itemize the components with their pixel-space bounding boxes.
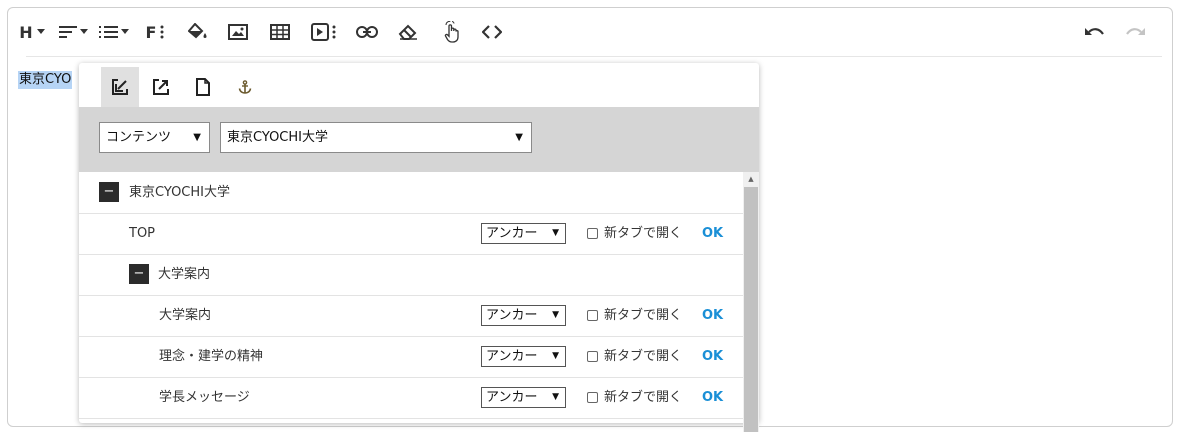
more-vertical-icon (332, 25, 335, 39)
new-tab-checkbox[interactable] (587, 351, 598, 362)
tree-node-label: 大学案内 (158, 267, 211, 282)
new-tab-checkbox[interactable] (587, 228, 598, 239)
link-dialog: コンテンツ ▼ 東京CYOCHI大学 ▼ − 東京CYOCHI大学 TOP アン… (79, 63, 759, 432)
tree-node-label: 東京CYOCHI大学 (129, 185, 230, 200)
chevron-down-icon (36, 29, 45, 34)
anchor-link-tab[interactable] (226, 67, 264, 107)
undo-icon (1085, 28, 1104, 35)
link-icon (356, 26, 378, 38)
font-button[interactable]: F (142, 20, 168, 44)
insert-media-button[interactable] (308, 20, 338, 44)
source-code-button[interactable] (480, 20, 504, 44)
tree-row-label: TOP (129, 226, 156, 241)
link-filter-bar: コンテンツ ▼ 東京CYOCHI大学 ▼ (79, 107, 759, 172)
chevron-down-icon (79, 29, 88, 34)
internal-link-tab[interactable] (101, 67, 139, 107)
site-select[interactable]: 東京CYOCHI大学 ▼ (220, 122, 532, 153)
anchor-select-value: アンカー (486, 349, 538, 364)
tree-node: − 東京CYOCHI大学 (79, 172, 743, 214)
font-icon: F (145, 22, 157, 42)
collapse-toggle[interactable]: − (129, 264, 149, 284)
new-tab-label: 新タブで開く (604, 349, 683, 364)
tree-node: − 大学案内 (79, 254, 743, 296)
page-tree: − 東京CYOCHI大学 TOP アンカー ▼ 新タブで開く OK − 大学案内… (79, 172, 743, 432)
dropdown-caret-icon: ▼ (515, 132, 523, 143)
file-icon (196, 78, 210, 96)
external-link-tab[interactable] (142, 67, 180, 107)
hand-pointer-icon (444, 21, 459, 43)
new-tab-checkbox[interactable] (587, 392, 598, 403)
image-icon (228, 24, 248, 40)
tree-row: 大学案内 アンカー ▼ 新タブで開く OK (79, 295, 743, 337)
list-icon (99, 26, 118, 38)
clear-format-button[interactable] (396, 20, 420, 44)
ok-button[interactable]: OK (702, 295, 723, 336)
redo-button[interactable] (1124, 20, 1148, 44)
anchor-select[interactable]: アンカー ▼ (481, 346, 566, 367)
site-select-value: 東京CYOCHI大学 (227, 130, 328, 145)
code-icon (482, 25, 502, 39)
anchor-select[interactable]: アンカー ▼ (481, 223, 566, 244)
scroll-up-arrow-icon[interactable]: ▲ (743, 172, 759, 186)
tree-row: TOP アンカー ▼ 新タブで開く OK (79, 213, 743, 255)
external-link-icon (153, 79, 169, 95)
align-dropdown-button[interactable] (56, 20, 90, 44)
eraser-icon (398, 24, 417, 40)
fill-color-button[interactable] (186, 20, 210, 44)
new-tab-label: 新タブで開く (604, 308, 683, 323)
list-dropdown-button[interactable] (97, 20, 131, 44)
tree-row-label: 理念・建学の精神 (159, 349, 264, 364)
editor-toolbar: H F (8, 8, 1172, 56)
ok-button[interactable]: OK (702, 213, 723, 254)
ok-button[interactable]: OK (702, 377, 723, 418)
tree-row: 学長メッセージ アンカー ▼ 新タブで開く OK (79, 377, 743, 419)
tree-scrollbar[interactable]: ▲ (743, 172, 759, 432)
anchor-select-value: アンカー (486, 390, 538, 405)
new-tab-checkbox[interactable] (587, 310, 598, 321)
anchor-select[interactable]: アンカー ▼ (481, 387, 566, 408)
media-icon (310, 23, 329, 41)
insert-image-button[interactable] (226, 20, 250, 44)
file-link-tab[interactable] (184, 67, 222, 107)
link-type-tabs (79, 63, 759, 107)
new-tab-label: 新タブで開く (604, 390, 683, 405)
redo-icon (1126, 28, 1145, 35)
ok-button[interactable]: OK (702, 336, 723, 377)
undo-button[interactable] (1082, 20, 1106, 44)
anchor-select[interactable]: アンカー ▼ (481, 305, 566, 326)
tree-row-label: 学長メッセージ (159, 390, 250, 405)
anchor-icon (238, 80, 252, 94)
dropdown-caret-icon: ▼ (552, 392, 559, 402)
fill-color-icon (188, 23, 207, 39)
toolbar-divider (26, 56, 1162, 57)
selected-text[interactable]: 東京CYO (18, 71, 73, 89)
tree-row: 理念・建学の精神 アンカー ▼ 新タブで開く OK (79, 336, 743, 378)
content-type-select[interactable]: コンテンツ ▼ (99, 122, 210, 153)
table-icon (270, 24, 290, 40)
content-type-select-value: コンテンツ (106, 130, 172, 145)
insert-link-button[interactable] (354, 20, 380, 44)
dropdown-caret-icon: ▼ (193, 132, 201, 143)
more-vertical-icon (160, 25, 164, 39)
chevron-down-icon (121, 29, 129, 34)
collapse-toggle[interactable]: − (99, 182, 119, 202)
tree-row-label: 大学案内 (159, 308, 212, 323)
heading-dropdown-button[interactable]: H (16, 20, 48, 44)
scroll-thumb[interactable] (744, 187, 758, 432)
anchor-select-value: アンカー (486, 308, 538, 323)
heading-icon: H (19, 22, 33, 42)
align-icon (58, 26, 77, 38)
dropdown-caret-icon: ▼ (552, 228, 559, 238)
dropdown-caret-icon: ▼ (552, 351, 559, 361)
dropdown-caret-icon: ▼ (552, 310, 559, 320)
arrow-down-left-icon (112, 79, 128, 95)
new-tab-label: 新タブで開く (604, 226, 683, 241)
insert-table-button[interactable] (268, 20, 292, 44)
anchor-select-value: アンカー (486, 226, 538, 241)
button-insert-button[interactable] (440, 20, 464, 44)
